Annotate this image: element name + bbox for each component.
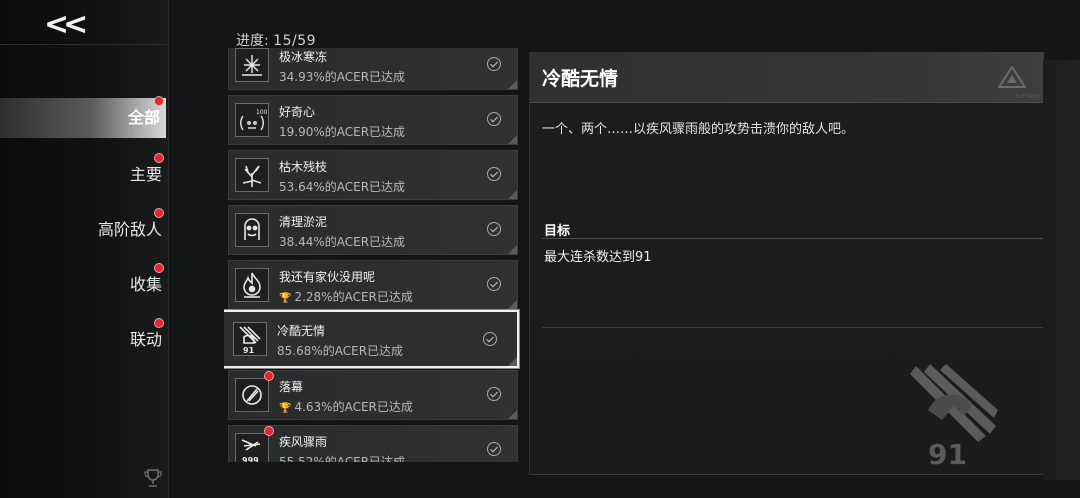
goal-label: 目标: [544, 224, 571, 239]
nav-item-all[interactable]: 全部: [0, 96, 166, 138]
completed-check-icon: [487, 442, 501, 456]
corner-notch: [508, 80, 517, 89]
new-badge-dot: [154, 318, 164, 328]
achievement-item[interactable]: 999 疾风骤雨 55.52%的ACER已达成: [228, 425, 518, 462]
achievement-name: 我还有家伙没用呢: [279, 270, 376, 284]
achievement-item-selected[interactable]: 91 冷酷无情 85.68%的ACER已达成: [224, 310, 519, 368]
new-badge-dot: [154, 153, 164, 163]
frost-icon: [235, 48, 269, 82]
trophy-mini-icon: 🏆: [279, 293, 292, 304]
achievement-name: 枯木残枝: [279, 160, 328, 174]
new-badge-dot: [154, 96, 164, 106]
nav-item-main[interactable]: 主要: [0, 153, 166, 195]
emblem-number: 91: [928, 438, 967, 468]
achievement-description: 一个、两个……以疾风骤雨般的攻势击溃你的敌人吧。: [542, 122, 855, 137]
curiosity-icon: 100: [235, 103, 269, 137]
svg-text:100: 100: [256, 109, 268, 116]
nav-item-collection[interactable]: 收集: [0, 263, 166, 305]
new-badge-dot: [154, 263, 164, 273]
dead-branch-icon: [235, 158, 269, 192]
ruthless-emblem-icon: 91: [910, 364, 998, 468]
svg-text:999: 999: [242, 456, 259, 462]
achievement-name: 好奇心: [279, 105, 316, 119]
corner-notch: [508, 357, 517, 366]
progress-label: 进度:: [236, 33, 269, 49]
corner-notch: [508, 300, 517, 309]
achievement-percent-text: 4.63%的ACER已达成: [294, 400, 413, 414]
achievement-item[interactable]: 枯木残枝 53.64%的ACER已达成: [228, 150, 518, 200]
nav-item-advanced-enemies[interactable]: 高阶敌人: [0, 208, 166, 250]
achievement-list[interactable]: 极冰寒冻 34.93%的ACER已达成 100 好奇心 19.90%的ACER已…: [224, 48, 520, 462]
achievement-item[interactable]: 我还有家伙没用呢 🏆 2.28%的ACER已达成: [228, 260, 518, 310]
achievement-percent: 53.64%的ACER已达成: [279, 180, 406, 194]
progress-counter: 进度: 15/59: [236, 30, 316, 50]
ruthless-icon: 91: [233, 322, 267, 356]
corner-notch: [508, 135, 517, 144]
achievement-item[interactable]: 极冰寒冻 34.93%的ACER已达成: [228, 48, 518, 90]
nav-item-label: 高阶敌人: [97, 220, 162, 239]
detail-title: 冷酷无情: [542, 68, 619, 90]
sludge-icon: [235, 213, 269, 247]
achievement-name: 极冰寒冻: [279, 50, 328, 64]
achievement-name: 疾风骤雨: [279, 435, 328, 449]
completed-check-icon: [487, 57, 501, 71]
corner-notch: [508, 245, 517, 254]
completed-check-icon: [487, 167, 501, 181]
new-badge-dot: [264, 426, 274, 436]
achievement-percent: 55.52%的ACER已达成: [279, 455, 406, 462]
achievement-percent: 85.68%的ACER已达成: [277, 344, 404, 358]
section-divider: [542, 327, 1044, 328]
completed-check-icon: [487, 277, 501, 291]
new-badge-dot: [264, 371, 274, 381]
corner-notch: [508, 410, 517, 419]
category-sidebar: << 全部 主要 高阶敌人 收集 联动: [0, 0, 169, 498]
curtain-icon: [235, 371, 274, 412]
completed-check-icon: [483, 332, 497, 346]
brand-logo-icon: [998, 66, 1026, 88]
svg-text:91: 91: [243, 346, 255, 355]
back-chevrons: <<: [44, 7, 88, 42]
nav-item-label: 收集: [129, 275, 162, 294]
brand-subtext: ACE RACE: [1015, 94, 1040, 100]
corner-notch: [508, 190, 517, 199]
back-button[interactable]: <<: [44, 8, 94, 42]
new-badge-dot: [154, 208, 164, 218]
goal-text: 最大连杀数达到91: [544, 250, 652, 265]
nav-item-label: 联动: [129, 330, 162, 349]
achievement-percent: 38.44%的ACER已达成: [279, 235, 406, 249]
achievement-item[interactable]: 落幕 🏆 4.63%的ACER已达成: [228, 370, 518, 420]
sidebar-divider: [0, 44, 168, 45]
progress-value: 15/59: [273, 33, 317, 49]
completed-check-icon: [487, 222, 501, 236]
right-edge-shade: [1043, 60, 1080, 480]
achievement-name: 清理淤泥: [279, 215, 328, 229]
completed-check-icon: [487, 112, 501, 126]
achievement-item[interactable]: 清理淤泥 38.44%的ACER已达成: [228, 205, 518, 255]
storm-999-icon: 999: [235, 426, 274, 462]
achievement-percent-text: 2.28%的ACER已达成: [294, 290, 413, 304]
achievement-percent: 19.90%的ACER已达成: [279, 125, 406, 139]
nav-item-label: 主要: [129, 165, 162, 184]
trophy-icon: [144, 469, 162, 487]
nav-item-label: 全部: [127, 108, 160, 127]
flame-icon: [235, 268, 269, 302]
achievement-percent: 34.93%的ACER已达成: [279, 70, 406, 84]
achievement-detail-panel: 冷酷无情 ACE RACE 一个、两个……以疾风骤雨般的攻势击溃你的敌人吧。 目…: [529, 52, 1044, 475]
achievement-percent: 🏆 2.28%的ACER已达成: [279, 288, 413, 305]
trophy-mini-icon: 🏆: [279, 403, 292, 414]
completed-check-icon: [487, 387, 501, 401]
detail-header: 冷酷无情 ACE RACE: [530, 52, 1044, 103]
achievement-name: 冷酷无情: [277, 324, 326, 338]
achievement-item[interactable]: 100 好奇心 19.90%的ACER已达成: [228, 95, 518, 145]
nav-item-collab[interactable]: 联动: [0, 318, 166, 360]
achievement-name: 落幕: [279, 380, 304, 394]
achievement-percent: 🏆 4.63%的ACER已达成: [279, 398, 413, 415]
goal-divider: [542, 238, 1044, 239]
